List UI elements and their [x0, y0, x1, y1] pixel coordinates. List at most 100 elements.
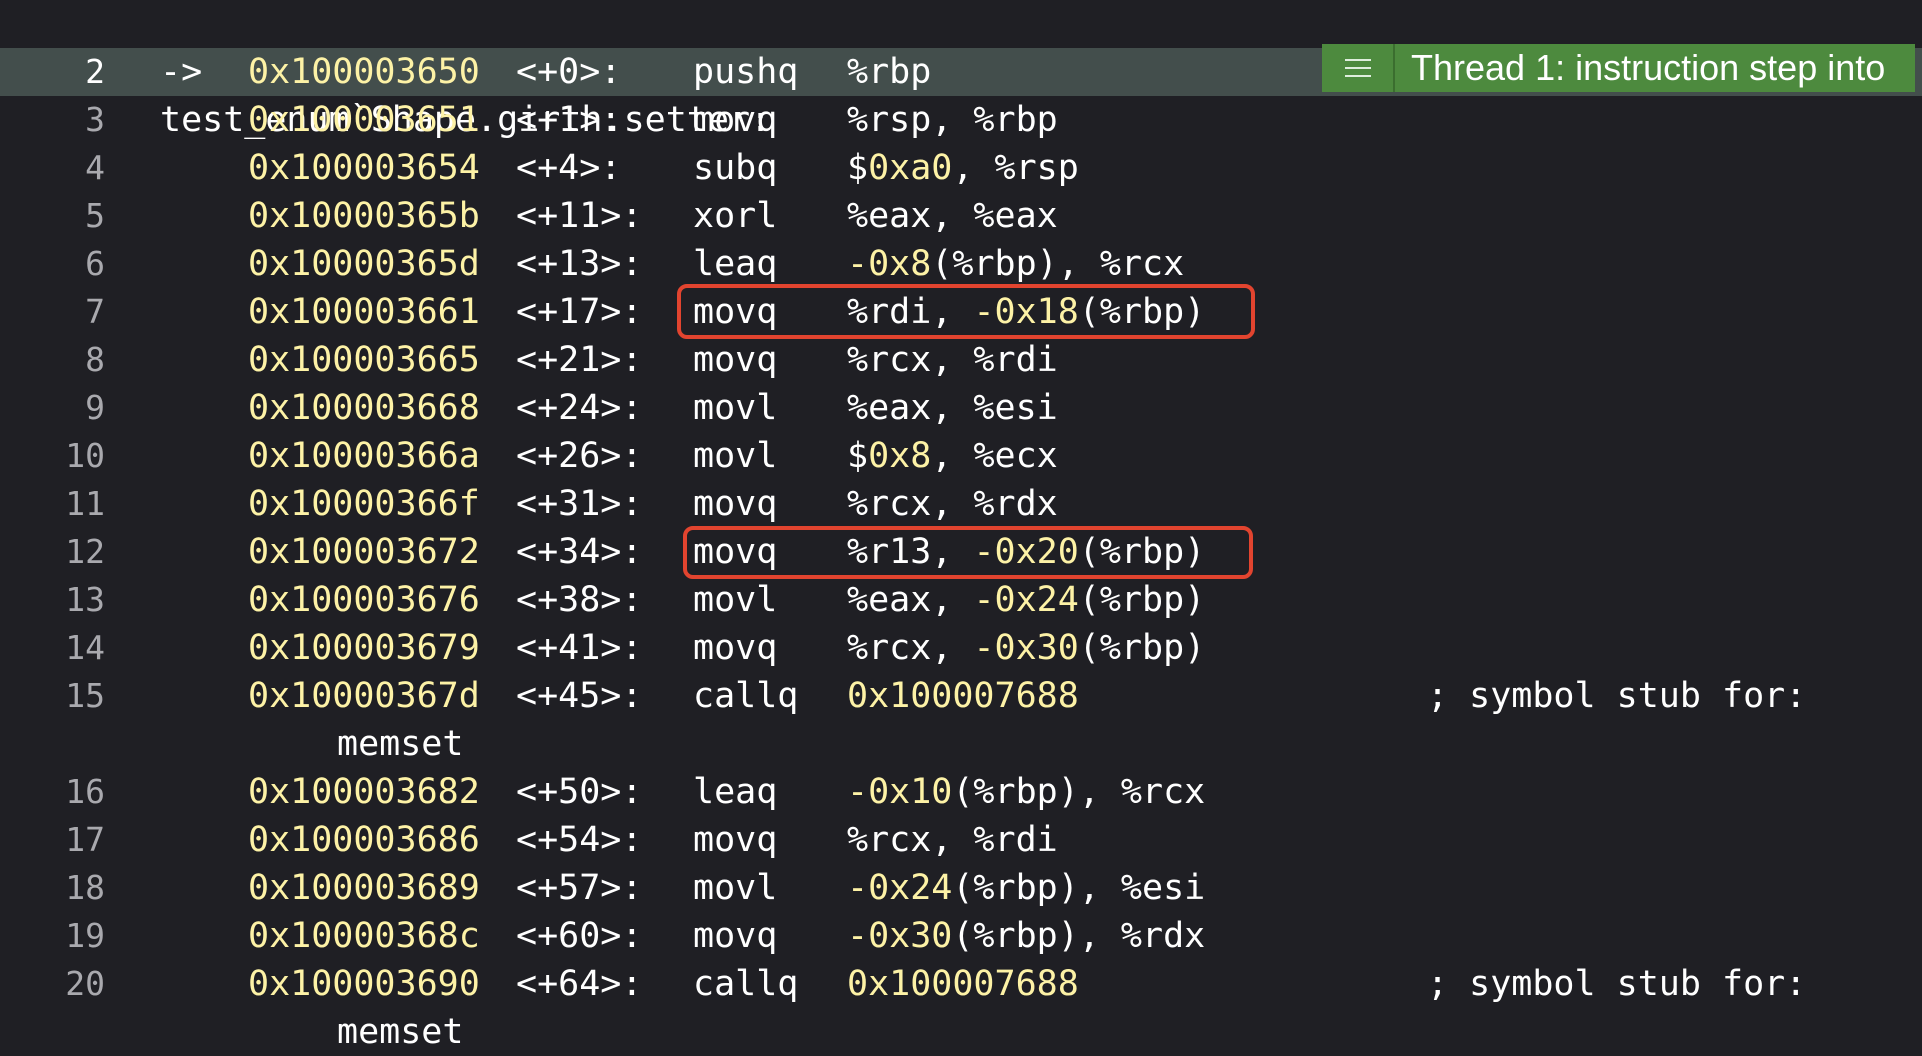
- line-number[interactable]: 14: [0, 624, 105, 672]
- instruction-offset: <+57>:: [516, 868, 643, 908]
- instruction-offset: <+50>:: [516, 772, 643, 812]
- instruction-mnemonic: movl: [693, 388, 778, 428]
- operand-literal: -0x30: [973, 628, 1079, 668]
- instruction-offset: <+11>:: [516, 196, 643, 236]
- operand-literal: -0x30: [847, 916, 953, 956]
- operand-literal: 0x100007688: [847, 964, 1079, 1004]
- instruction-offset: <+1>:: [516, 100, 622, 140]
- instruction-operands: -0x24(%rbp), %esi: [847, 864, 1205, 912]
- operand-text: %eax,: [847, 580, 974, 620]
- instruction-address: 0x100003690: [248, 964, 480, 1004]
- operand-text: %rbp: [847, 52, 932, 92]
- instruction-offset: <+13>:: [516, 244, 643, 284]
- operand-text: %rsp, %rbp: [847, 100, 1058, 140]
- program-counter-arrow: ->: [160, 52, 203, 92]
- instruction-operands: $0xa0, %rsp: [847, 144, 1079, 192]
- instruction-line: 6 0x10000365d <+13>: leaq -0x8(%rbp), %rcx: [0, 240, 1922, 288]
- instruction-comment: ; symbol stub for:: [1427, 676, 1807, 716]
- line-number[interactable]: 10: [0, 432, 105, 480]
- operand-text: (%rbp), %rcx: [952, 772, 1206, 812]
- instruction-line: 9 0x100003668 <+24>: movl %eax, %esi: [0, 384, 1922, 432]
- thread-badge-label: Thread 1: instruction step into: [1395, 44, 1916, 92]
- operand-text: $: [847, 148, 869, 188]
- line-number[interactable]: 13: [0, 576, 105, 624]
- instruction-offset: <+21>:: [516, 340, 643, 380]
- instruction-mnemonic: movq: [693, 100, 778, 140]
- instruction-address: 0x100003672: [248, 532, 480, 572]
- operand-literal: -0x8: [847, 244, 932, 284]
- instruction-operands: %rcx, %rdi: [847, 336, 1058, 384]
- operand-text: %eax, %esi: [847, 388, 1058, 428]
- instruction-line: 5 0x10000365b <+11>: xorl %eax, %eax: [0, 192, 1922, 240]
- operand-literal: -0x24: [973, 580, 1079, 620]
- instruction-mnemonic: leaq: [693, 772, 778, 812]
- line-number[interactable]: 20: [0, 960, 105, 1008]
- instruction-address: 0x10000366f: [248, 484, 480, 524]
- instruction-offset: <+45>:: [516, 676, 643, 716]
- comment-continuation: memset: [337, 724, 464, 764]
- instruction-operands: %rsp, %rbp: [847, 96, 1058, 144]
- instruction-mnemonic: xorl: [693, 196, 778, 236]
- instruction-operands: %eax, %eax: [847, 192, 1058, 240]
- operand-text: (%rbp): [1078, 580, 1206, 620]
- instruction-address: 0x10000366a: [248, 436, 480, 476]
- instruction-address: 0x100003654: [248, 148, 480, 188]
- line-number[interactable]: 6: [0, 240, 105, 288]
- instruction-line: 18 0x100003689 <+57>: movl -0x24(%rbp), %esi: [0, 864, 1922, 912]
- line-number[interactable]: 3: [0, 96, 105, 144]
- operand-text: %rcx, %rdi: [847, 340, 1058, 380]
- line-number[interactable]: 11: [0, 480, 105, 528]
- instruction-operands: -0x10(%rbp), %rcx: [847, 768, 1205, 816]
- operand-text: %rcx, %rdx: [847, 484, 1058, 524]
- disassembly-editor[interactable]: 1 test_enum`Shape.girth.setter: 2 -> 0x100…: [0, 0, 1922, 1054]
- instruction-line: 4 0x100003654 <+4>: subq $0xa0, %rsp: [0, 144, 1922, 192]
- instruction-address: 0x100003679: [248, 628, 480, 668]
- line-number[interactable]: 8: [0, 336, 105, 384]
- instruction-mnemonic: movq: [693, 340, 778, 380]
- instruction-operands: %rcx, -0x30(%rbp): [847, 624, 1205, 672]
- instruction-operands: $0x8, %ecx: [847, 432, 1058, 480]
- line-number[interactable]: 16: [0, 768, 105, 816]
- instruction-address: 0x100003665: [248, 340, 480, 380]
- thread-badge[interactable]: Thread 1: instruction step into: [1322, 44, 1916, 92]
- instruction-mnemonic: callq: [693, 676, 799, 716]
- line-number[interactable]: 19: [0, 912, 105, 960]
- line-number[interactable]: 17: [0, 816, 105, 864]
- instruction-address: 0x100003686: [248, 820, 480, 860]
- list-icon[interactable]: [1322, 44, 1395, 92]
- line-number[interactable]: 4: [0, 144, 105, 192]
- line-number[interactable]: 2: [0, 48, 105, 96]
- instruction-line: 16 0x100003682 <+50>: leaq -0x10(%rbp), %rcx: [0, 768, 1922, 816]
- instruction-offset: <+34>:: [516, 532, 643, 572]
- operand-literal: -0x10: [847, 772, 953, 812]
- instruction-mnemonic: movq: [693, 820, 778, 860]
- line-number[interactable]: 12: [0, 528, 105, 576]
- instruction-offset: <+0>:: [516, 52, 622, 92]
- line-number[interactable]: 9: [0, 384, 105, 432]
- line-number[interactable]: 15: [0, 672, 105, 720]
- instruction-address: 0x100003668: [248, 388, 480, 428]
- instruction-mnemonic: movq: [693, 484, 778, 524]
- instruction-line: 20 0x100003690 <+64>: callq 0x100007688 ; sym…: [0, 960, 1922, 1008]
- instruction-address: 0x100003650: [248, 52, 480, 92]
- instruction-mnemonic: movq: [693, 916, 778, 956]
- instruction-offset: <+41>:: [516, 628, 643, 668]
- instruction-line: 10 0x10000366a <+26>: movl $0x8, %ecx: [0, 432, 1922, 480]
- line-number[interactable]: 7: [0, 288, 105, 336]
- instruction-operands: -0x30(%rbp), %rdx: [847, 912, 1205, 960]
- instruction-mnemonic: movl: [693, 580, 778, 620]
- instruction-line: 19 0x10000368c <+60>: movq -0x30(%rbp), %rdx: [0, 912, 1922, 960]
- line-number[interactable]: 18: [0, 864, 105, 912]
- instruction-offset: <+38>:: [516, 580, 643, 620]
- instruction-offset: <+54>:: [516, 820, 643, 860]
- operand-literal: 0x100007688: [847, 676, 1079, 716]
- instruction-offset: <+17>:: [516, 292, 643, 332]
- instruction-offset: <+26>:: [516, 436, 643, 476]
- instruction-operands: 0x100007688: [847, 672, 1079, 720]
- symbol-line: 1 test_enum`Shape.girth.setter:: [0, 0, 1922, 140]
- line-number[interactable]: 5: [0, 192, 105, 240]
- operand-literal: 0x8: [868, 436, 932, 476]
- instruction-address: 0x100003651: [248, 100, 480, 140]
- operand-literal: 0xa0: [868, 148, 953, 188]
- instruction-address: 0x100003661: [248, 292, 480, 332]
